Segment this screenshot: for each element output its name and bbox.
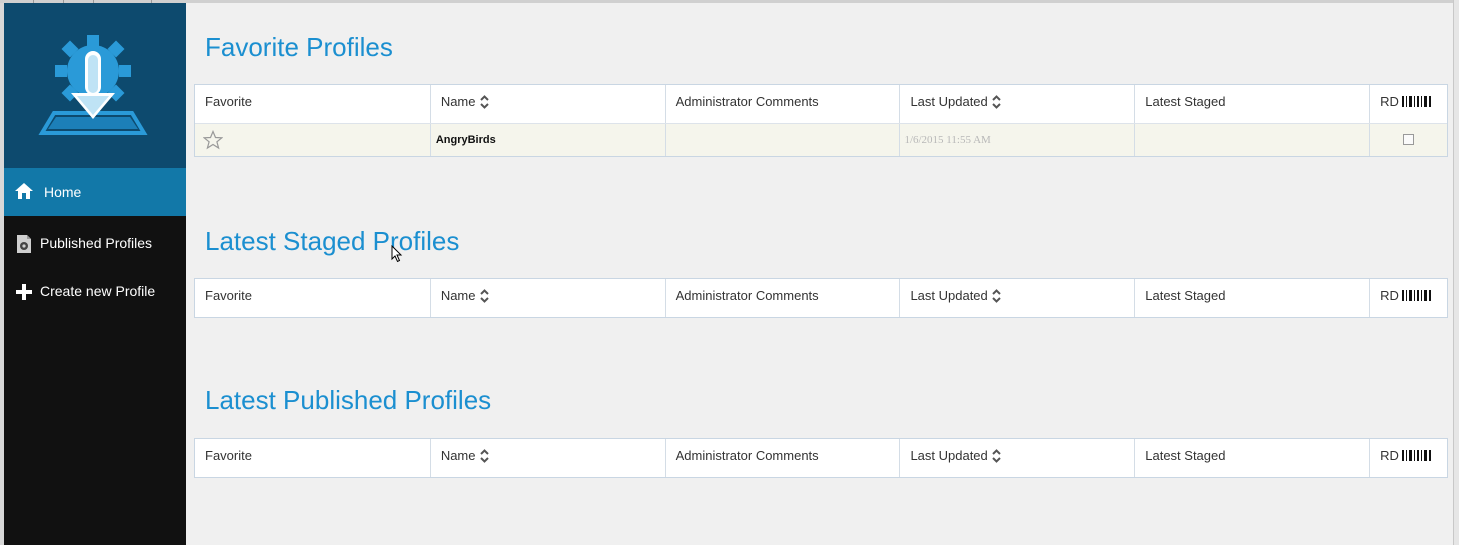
col-header-label: Name	[440, 94, 476, 109]
rd-checkbox[interactable]	[1403, 134, 1415, 145]
col-header-label: RD	[1380, 448, 1399, 463]
col-header-label: Favorite	[205, 94, 252, 109]
col-header-label: Favorite	[205, 448, 252, 463]
col-header-label: Name	[440, 288, 476, 303]
favorite-profiles-grid: Favorite Name Administrator Comments Las…	[194, 84, 1448, 157]
col-header-label: Last Updated	[910, 288, 988, 303]
sidebar-item-label: Home	[44, 184, 82, 200]
section-title-favorite-profiles: Favorite Profiles	[205, 32, 393, 62]
sort-icon[interactable]	[479, 448, 489, 463]
col-header-last-updated[interactable]: Last Updated	[900, 85, 1136, 123]
col-header-label: RD	[1380, 94, 1399, 109]
sidebar-item-create-new-profile[interactable]: Create new Profile	[4, 269, 186, 315]
col-header-favorite[interactable]: Favorite	[195, 279, 431, 317]
sort-icon[interactable]	[479, 288, 489, 303]
col-header-favorite[interactable]: Favorite	[195, 439, 431, 477]
col-header-latest-staged[interactable]: Latest Staged	[1135, 85, 1371, 123]
col-header-name[interactable]: Name	[431, 439, 666, 477]
mouse-cursor-icon	[391, 245, 403, 263]
col-header-favorite[interactable]: Favorite	[195, 85, 431, 123]
star-icon[interactable]	[203, 130, 223, 150]
col-header-administrator-comments[interactable]: Administrator Comments	[666, 85, 901, 123]
col-header-label: Administrator Comments	[675, 288, 819, 303]
col-header-label: Latest Staged	[1145, 288, 1226, 303]
sidebar-item-label: Published Profiles	[40, 235, 153, 251]
col-header-rd[interactable]: RD	[1370, 85, 1447, 123]
grid-header-row: Favorite Name Administrator Comments Las…	[195, 85, 1447, 123]
col-header-name[interactable]: Name	[431, 279, 666, 317]
col-header-latest-staged[interactable]: Latest Staged	[1135, 279, 1371, 317]
sort-icon[interactable]	[992, 288, 1001, 303]
col-header-label: Administrator Comments	[675, 94, 819, 109]
window-right-edge	[1453, 0, 1459, 545]
grid-header-row: Favorite Name Administrator Comments Las…	[195, 439, 1447, 477]
col-header-label: Name	[440, 448, 476, 463]
table-row[interactable]: AngryBirds 1/6/2015 11:55 AM	[195, 123, 1447, 156]
row-rd-cell	[1370, 124, 1447, 156]
barcode-icon	[1401, 449, 1431, 461]
main-content: Favorite Profiles Favorite Name Administ…	[186, 3, 1453, 545]
sidebar-item-published-profiles[interactable]: Published Profiles	[4, 221, 186, 267]
latest-staged-profiles-grid: Favorite Name Administrator Comments Las…	[194, 278, 1448, 318]
document-gear-icon	[17, 235, 31, 253]
section-title-latest-published-profiles: Latest Published Profiles	[205, 385, 492, 415]
col-header-label: Latest Staged	[1145, 94, 1226, 109]
col-header-last-updated[interactable]: Last Updated	[900, 279, 1136, 317]
sort-icon[interactable]	[479, 94, 489, 109]
row-comments-cell	[666, 124, 901, 156]
col-header-latest-staged[interactable]: Latest Staged	[1135, 439, 1371, 477]
row-name-cell: AngryBirds	[431, 124, 666, 156]
section-title-latest-staged-profiles: Latest Staged Profiles	[205, 226, 460, 256]
grid-header-row: Favorite Name Administrator Comments Las…	[195, 279, 1447, 317]
col-header-last-updated[interactable]: Last Updated	[900, 439, 1136, 477]
col-header-name[interactable]: Name	[431, 85, 666, 123]
barcode-icon	[1401, 289, 1431, 301]
sidebar-item-label: Create new Profile	[40, 283, 156, 299]
col-header-rd[interactable]: RD	[1370, 439, 1447, 477]
row-updated-cell: 1/6/2015 11:55 AM	[900, 124, 1136, 156]
latest-published-profiles-grid: Favorite Name Administrator Comments Las…	[194, 438, 1448, 478]
col-header-administrator-comments[interactable]: Administrator Comments	[666, 439, 901, 477]
row-favorite-cell	[195, 124, 431, 156]
sort-icon[interactable]	[992, 448, 1001, 463]
profile-last-updated: 1/6/2015 11:55 AM	[904, 134, 991, 146]
col-header-label: RD	[1380, 288, 1399, 303]
row-staged-cell	[1135, 124, 1371, 156]
col-header-administrator-comments[interactable]: Administrator Comments	[666, 279, 901, 317]
col-header-label: Last Updated	[910, 448, 988, 463]
plus-icon	[16, 284, 32, 300]
barcode-icon	[1401, 95, 1431, 107]
gear-download-logo-icon	[38, 35, 148, 135]
sidebar: Home Published Profiles Create new Profi…	[4, 3, 186, 545]
home-icon	[15, 183, 33, 199]
col-header-label: Administrator Comments	[675, 448, 819, 463]
col-header-label: Latest Staged	[1145, 448, 1226, 463]
col-header-label: Favorite	[205, 288, 252, 303]
sidebar-item-home[interactable]: Home	[4, 168, 186, 216]
app-logo	[4, 3, 186, 168]
profile-name[interactable]: AngryBirds	[436, 134, 496, 146]
col-header-label: Last Updated	[910, 94, 988, 109]
col-header-rd[interactable]: RD	[1370, 279, 1447, 317]
sort-icon[interactable]	[992, 94, 1001, 109]
